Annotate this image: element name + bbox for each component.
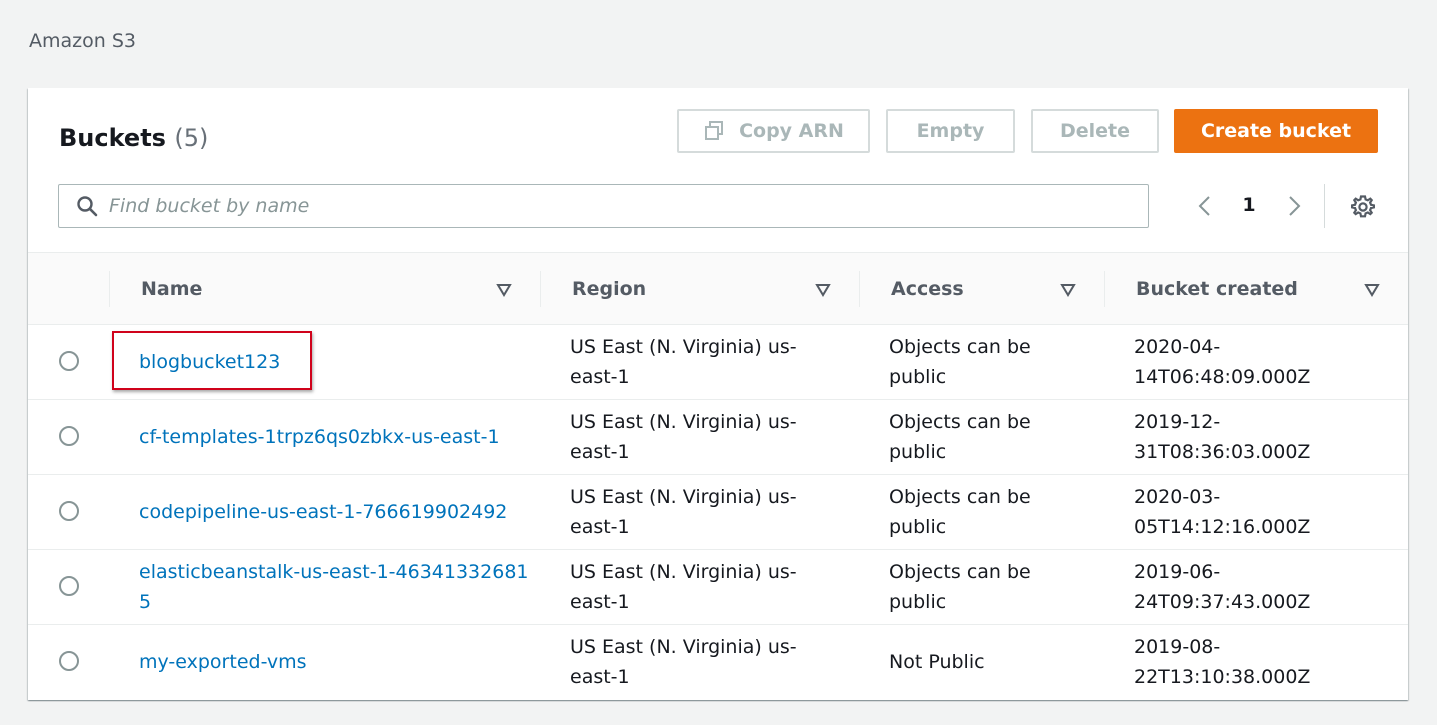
region-cell: US East (N. Virginia) us-east-1 (570, 561, 797, 613)
bucket-name-cell: codepipeline-us-east-1-766619902492 (139, 475, 539, 549)
caret-down-icon[interactable] (1364, 281, 1380, 297)
bucket-name-cell: blogbucket123 (139, 325, 539, 399)
access-cell: Objects can be public (889, 486, 1031, 538)
table-row[interactable]: my-exported-vms US East (N. Virginia) us… (28, 625, 1408, 700)
chevron-right-icon[interactable] (1282, 194, 1306, 218)
column-separator (540, 271, 541, 307)
bucket-count: (5) (174, 124, 209, 152)
copy-arn-button[interactable]: Copy ARN (677, 109, 870, 153)
search-icon (76, 195, 98, 217)
search-input[interactable] (109, 191, 1129, 221)
bucket-name-link[interactable]: cf-templates-1trpz6qs0zbkx-us-east-1 (139, 422, 500, 452)
row-select-radio[interactable] (59, 426, 79, 446)
caret-down-icon[interactable] (815, 281, 831, 297)
table-row[interactable]: elasticbeanstalk-us-east-1-463413326815 … (28, 550, 1408, 625)
copy-arn-label: Copy ARN (739, 120, 844, 142)
column-header-region[interactable]: Region (572, 253, 832, 325)
column-header-bucket-created[interactable]: Bucket created (1136, 253, 1386, 325)
created-cell: 2019-12-31T08:36:03.000Z (1134, 411, 1311, 463)
access-cell: Not Public (889, 651, 985, 673)
column-separator (1104, 271, 1105, 307)
empty-button[interactable]: Empty (886, 109, 1015, 153)
caret-down-icon[interactable] (1060, 281, 1076, 297)
access-cell: Objects can be public (889, 561, 1031, 613)
buckets-panel: Buckets (5) Copy ARN Empty Delete Create… (28, 88, 1408, 700)
pagination-divider (1324, 184, 1325, 228)
created-cell: 2020-03-05T14:12:16.000Z (1134, 486, 1311, 538)
delete-button[interactable]: Delete (1031, 109, 1159, 153)
title-label: Buckets (59, 124, 166, 152)
column-separator (109, 271, 110, 307)
access-cell: Objects can be public (889, 411, 1031, 463)
column-header-name[interactable]: Name (141, 253, 512, 325)
bucket-name-cell: my-exported-vms (139, 625, 539, 699)
region-cell: US East (N. Virginia) us-east-1 (570, 336, 797, 388)
region-cell: US East (N. Virginia) us-east-1 (570, 411, 797, 463)
page-title: Buckets (5) (59, 124, 208, 152)
table-row[interactable]: blogbucket123 US East (N. Virginia) us-e… (28, 325, 1408, 400)
search-box[interactable] (58, 184, 1149, 228)
chevron-left-icon[interactable] (1193, 194, 1217, 218)
table-header: Name Region Access Bucket created (28, 252, 1408, 325)
copy-icon (703, 120, 725, 142)
created-cell: 2020-04-14T06:48:09.000Z (1134, 336, 1311, 388)
row-select-radio[interactable] (59, 651, 79, 671)
row-select-radio[interactable] (59, 576, 79, 596)
bucket-name-cell: elasticbeanstalk-us-east-1-463413326815 (139, 550, 539, 624)
table-row[interactable]: cf-templates-1trpz6qs0zbkx-us-east-1 US … (28, 400, 1408, 475)
row-select-radio[interactable] (59, 351, 79, 371)
access-cell: Objects can be public (889, 336, 1031, 388)
region-cell: US East (N. Virginia) us-east-1 (570, 636, 797, 688)
panel-header: Buckets (5) Copy ARN Empty Delete Create… (28, 88, 1408, 252)
bucket-name-link[interactable]: elasticbeanstalk-us-east-1-463413326815 (139, 557, 539, 617)
column-separator (859, 271, 860, 307)
row-select-radio[interactable] (59, 501, 79, 521)
breadcrumb[interactable]: Amazon S3 (29, 30, 136, 52)
column-header-access[interactable]: Access (891, 253, 1091, 325)
buckets-table: Name Region Access Bucket created blogbu… (28, 252, 1408, 700)
caret-down-icon[interactable] (496, 281, 512, 297)
bucket-name-cell: cf-templates-1trpz6qs0zbkx-us-east-1 (139, 400, 539, 474)
created-cell: 2019-06-24T09:37:43.000Z (1134, 561, 1311, 613)
table-row[interactable]: codepipeline-us-east-1-766619902492 US E… (28, 475, 1408, 550)
gear-icon[interactable] (1350, 194, 1376, 220)
bucket-name-link[interactable]: codepipeline-us-east-1-766619902492 (139, 497, 507, 527)
bucket-name-link[interactable]: my-exported-vms (139, 647, 307, 677)
create-bucket-button[interactable]: Create bucket (1174, 109, 1378, 153)
bucket-name-link[interactable]: blogbucket123 (139, 347, 280, 377)
created-cell: 2019-08-22T13:10:38.000Z (1134, 636, 1311, 688)
pagination-current-page[interactable]: 1 (1240, 194, 1258, 216)
region-cell: US East (N. Virginia) us-east-1 (570, 486, 797, 538)
